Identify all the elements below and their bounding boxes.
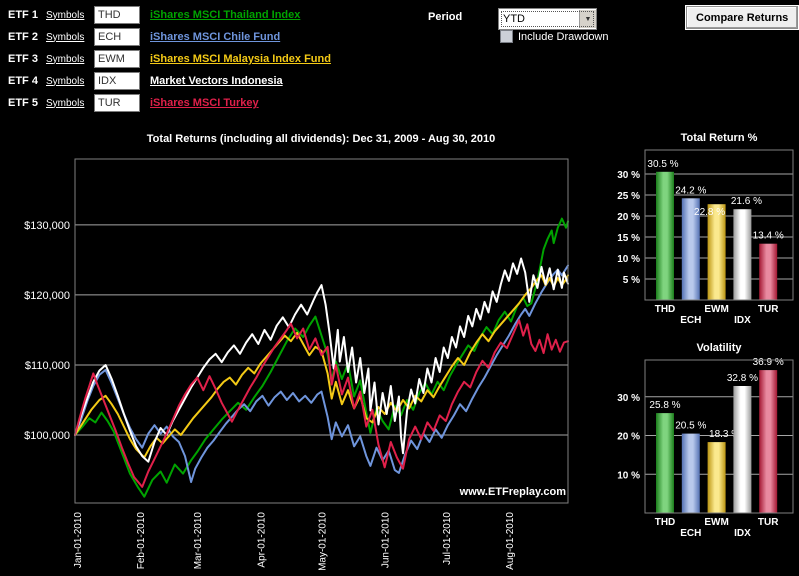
x-axis-label: Jan-01-2010 [73,512,84,569]
x-axis-label: Feb-01-2010 [136,512,147,570]
bar-category-label: ECH [680,528,701,539]
bar-value-label: 24.2 % [675,185,706,196]
series-line-idx [74,257,569,463]
etf-row-3: ETF 3 Symbols iShares MSCI Malaysia Index … [8,49,331,69]
bar-category-label: EWM [704,517,728,528]
bar-chart-title: Volatility [696,342,742,354]
bar-thd [656,413,674,513]
bar-category-label: TUR [758,517,779,528]
bar-category-label: THD [655,304,676,315]
etf-row-2: ETF 2 Symbols iShares MSCI Chile Fund [8,27,280,47]
y-axis-label: $120,000 [24,290,70,302]
bar-value-label: 18.3 % [709,429,740,440]
x-axis-label: Apr-01-2010 [256,512,267,568]
bar-y-axis-label: 20 % [617,212,640,223]
bar-value-label: 32.8 % [727,373,758,384]
bar-value-label: 36.9 % [753,357,784,368]
bar-value-label: 25.8 % [649,400,680,411]
line-chart-title: Total Returns (including all dividends):… [147,133,495,145]
period-select[interactable]: YTD ▼ [498,8,597,30]
bar-value-label: 30.5 % [647,159,678,170]
ticker-input[interactable] [94,50,140,68]
ticker-input[interactable] [94,94,140,112]
period-selected-value: YTD [503,13,525,25]
etf-row-1: ETF 1 Symbols iShares MSCI Thailand Index [8,5,300,25]
fund-link[interactable]: iShares MSCI Malaysia Index Fund [150,53,331,65]
fund-link[interactable]: iShares MSCI Turkey [150,97,259,109]
y-axis-label: $130,000 [24,220,70,232]
bar-value-label: 21.6 % [731,196,762,207]
compare-returns-button[interactable]: Compare Returns [686,6,799,29]
etfreplay-app: ETF 1SymbolsiShares MSCI Thailand IndexE… [0,0,799,576]
bar-y-axis-label: 5 % [623,275,640,286]
x-axis-label: May-01-2010 [318,512,329,571]
etf-row-4: ETF 4 Symbols Market Vectors Indonesia [8,71,283,91]
plot-frame [644,149,794,301]
bar-idx [733,209,752,300]
chevron-down-icon[interactable]: ▼ [579,10,596,28]
fund-link[interactable]: Market Vectors Indonesia [150,75,283,87]
plot-frame [74,158,569,504]
bar-category-label: ECH [680,315,701,326]
x-axis-label: Mar-01-2010 [193,512,204,570]
series-line-ech [74,264,569,483]
bar-category-label: THD [655,517,676,528]
ticker-input[interactable] [94,28,140,46]
watermark: www.ETFreplay.com [459,486,567,498]
include-drawdown-checkbox[interactable] [500,30,513,43]
bar-ewm [707,442,726,513]
etf-number-label: ETF 2 [8,31,38,43]
bar-chart-title: Total Return % [681,132,758,144]
bar-y-axis-label: 15 % [617,233,640,244]
series-line-ewm [74,274,569,459]
bar-idx [733,386,752,513]
symbols-link[interactable]: Symbols [46,54,94,65]
symbols-link[interactable]: Symbols [46,32,94,43]
etf-number-label: ETF 5 [8,97,38,109]
bar-value-label: 22.8 % [694,207,725,218]
x-axis-label: Aug-01-2010 [505,512,516,570]
bar-y-axis-label: 30 % [617,170,640,181]
symbols-link[interactable]: Symbols [46,10,94,21]
y-axis-label: $100,000 [24,430,70,442]
ticker-input[interactable] [94,6,140,24]
x-axis-label: Jun-01-2010 [381,512,392,569]
include-drawdown-option: Include Drawdown [500,30,609,43]
series-line-tur [74,319,569,488]
bar-y-axis-label: 20 % [617,432,640,443]
etf-number-label: ETF 1 [8,9,38,21]
bar-category-label: EWM [704,304,728,315]
include-drawdown-label: Include Drawdown [518,30,609,43]
fund-link[interactable]: iShares MSCI Chile Fund [150,31,280,43]
bar-category-label: TUR [758,304,779,315]
y-axis-label: $110,000 [25,360,70,372]
bar-category-label: IDX [734,528,751,539]
bar-ech [681,198,700,300]
bar-tur [759,243,778,300]
bar-value-label: 20.5 % [675,421,706,432]
bar-ewm [707,204,726,300]
ticker-input[interactable] [94,72,140,90]
plot-frame [644,359,794,514]
etf-number-label: ETF 3 [8,53,38,65]
x-axis-label: Jul-01-2010 [442,512,453,565]
bar-ech [681,433,700,513]
series-line-thd [74,217,569,498]
bar-tur [759,370,778,513]
etf-row-5: ETF 5 Symbols iShares MSCI Turkey [8,93,259,113]
bar-y-axis-label: 10 % [617,470,640,481]
symbols-link[interactable]: Symbols [46,98,94,109]
period-label: Period [428,11,463,23]
etf-number-label: ETF 4 [8,75,38,87]
bar-y-axis-label: 10 % [617,254,640,265]
bar-value-label: 13.4 % [753,231,784,242]
bar-category-label: IDX [734,315,751,326]
bar-y-axis-label: 25 % [617,191,640,202]
symbols-link[interactable]: Symbols [46,76,94,87]
fund-link[interactable]: iShares MSCI Thailand Index [150,9,300,21]
bar-thd [656,171,674,300]
bar-y-axis-label: 30 % [617,393,640,404]
